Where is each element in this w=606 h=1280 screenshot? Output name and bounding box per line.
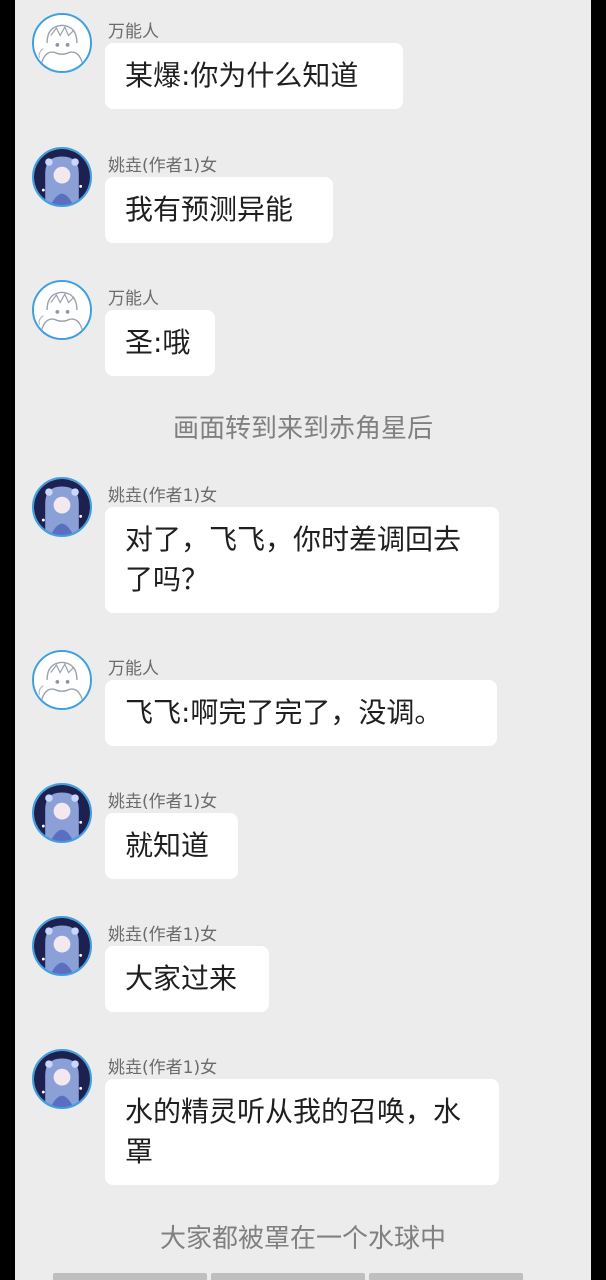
- anime-girl-avatar[interactable]: [32, 1049, 92, 1109]
- message-bubble[interactable]: 飞飞:啊完了完了，没调。: [105, 680, 497, 746]
- sender-name: 姚垚(作者1)女: [108, 792, 218, 812]
- message-bubble[interactable]: 对了，飞飞，你时差调回去了吗？: [105, 507, 499, 613]
- anime-girl-avatar[interactable]: [32, 477, 92, 537]
- narration-text: 画面转到来到赤角星后: [172, 414, 433, 444]
- message-bubble[interactable]: 大家过来: [105, 946, 269, 1012]
- anime-girl-avatar[interactable]: [32, 783, 92, 843]
- tab-edge-segment[interactable]: [369, 1273, 523, 1280]
- sender-name: 万能人: [108, 659, 159, 679]
- message-bubble[interactable]: 水的精灵听从我的召唤，水罩: [105, 1079, 499, 1185]
- chat-screen: 万能人 某爆:你为什么知道 姚垚(作者1)女 我有预测异能 万能人 圣:哦 画面…: [15, 0, 591, 1280]
- anime-girl-avatar[interactable]: [32, 147, 92, 207]
- message-bubble[interactable]: 我有预测异能: [105, 177, 333, 243]
- message-bubble[interactable]: 圣:哦: [105, 310, 215, 376]
- sketch-character-avatar[interactable]: [32, 650, 92, 710]
- sender-name: 姚垚(作者1)女: [108, 1058, 218, 1078]
- sender-name: 姚垚(作者1)女: [108, 486, 218, 506]
- message-bubble[interactable]: 就知道: [105, 813, 238, 879]
- sketch-character-avatar[interactable]: [32, 280, 92, 340]
- sender-name: 万能人: [108, 22, 159, 42]
- tab-edge-segment[interactable]: [211, 1273, 365, 1280]
- bottom-tab-edge: [53, 1273, 523, 1280]
- sender-name: 姚垚(作者1)女: [108, 925, 218, 945]
- anime-girl-avatar[interactable]: [32, 916, 92, 976]
- sender-name: 万能人: [108, 289, 159, 309]
- sender-name: 姚垚(作者1)女: [108, 156, 218, 176]
- tab-edge-segment[interactable]: [53, 1273, 207, 1280]
- narration-text: 大家都被罩在一个水球中: [159, 1224, 446, 1254]
- sketch-character-avatar[interactable]: [32, 13, 92, 73]
- message-bubble[interactable]: 某爆:你为什么知道: [105, 43, 403, 109]
